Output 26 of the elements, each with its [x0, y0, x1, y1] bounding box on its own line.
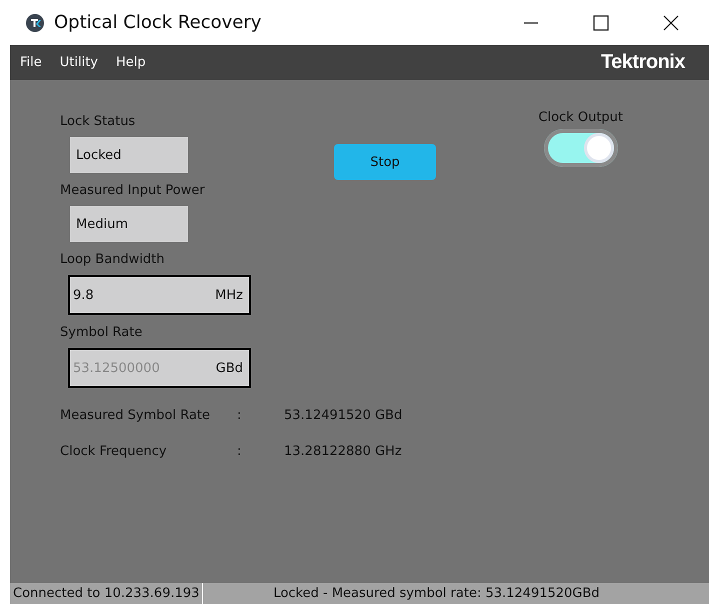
maximize-icon[interactable]	[593, 14, 609, 30]
status-text: Connected to 10.233.69.193	[10, 583, 204, 604]
menu-item[interactable]: Help	[116, 55, 146, 70]
field-label: Loop Bandwidth	[60, 252, 166, 267]
field-label: Symbol Rate	[60, 325, 144, 340]
menu-item[interactable]: Utility	[60, 55, 98, 70]
readout-field: Medium	[70, 206, 188, 242]
measurement-value: 13.28122880 GHz	[284, 444, 402, 459]
toggle-switch[interactable]	[544, 129, 618, 167]
measurement-value: 53.12491520 GBd	[284, 408, 402, 423]
separator: :	[237, 408, 242, 423]
brand-logo: Tektronix	[600, 51, 685, 74]
window-title: Optical Clock Recovery	[54, 12, 262, 33]
separator: :	[237, 444, 242, 459]
readout-field: Locked	[70, 137, 188, 173]
status-text: Locked - Measured symbol rate: 53.12491520GBd	[273, 586, 600, 601]
measurement-label: Measured Symbol Rate	[60, 408, 212, 423]
field-label: Lock Status	[60, 114, 136, 129]
toggle-label: Clock Output	[538, 110, 623, 125]
close-icon[interactable]	[663, 14, 679, 30]
menu-item[interactable]: File	[20, 55, 42, 70]
app-logo-icon	[25, 12, 45, 32]
measurement-label: Clock Frequency	[60, 444, 168, 459]
field-label: Measured Input Power	[60, 183, 206, 198]
stop-button[interactable]: Stop	[334, 144, 436, 180]
input-field[interactable]: 9.8 MHz	[68, 275, 251, 315]
